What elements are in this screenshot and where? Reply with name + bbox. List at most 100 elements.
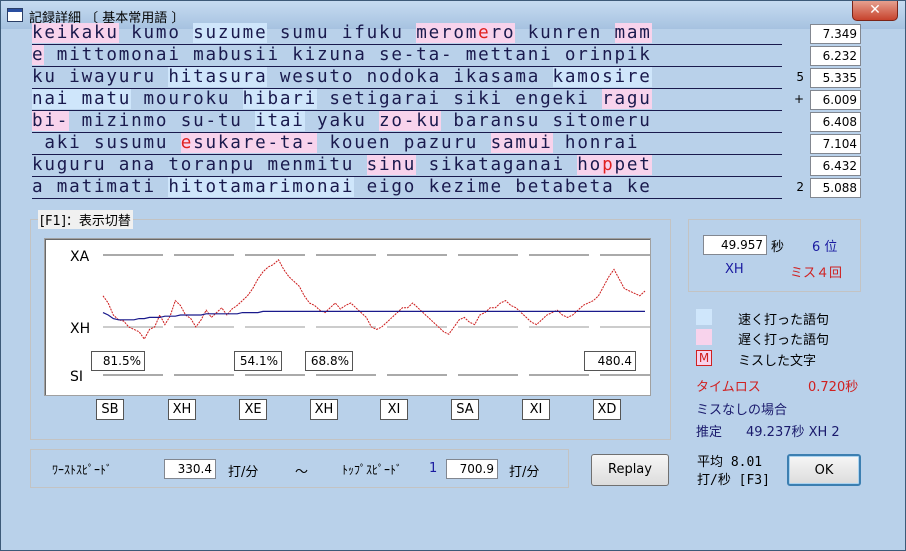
text-segment: wesuto nodoka ikasama (267, 67, 553, 87)
estimate-label: 推定 (696, 425, 723, 440)
row-time-field: 7.104 (810, 134, 861, 154)
text-segment: eigo kezime betabeta ke (354, 177, 652, 197)
time-unit: 秒 (771, 240, 785, 255)
slow-word: ho (577, 155, 603, 175)
segment-grade-box: XH (168, 399, 196, 420)
top-speed-unit: 打/分 (509, 465, 540, 480)
rate-box: 81.5% (91, 351, 145, 371)
row-time-field: 5.335 (810, 68, 861, 88)
typed-line: keikaku kumo suzume sumu ifuku meromero … (32, 23, 782, 45)
rate-box: 54.1% (234, 351, 282, 371)
row-mark: + (793, 92, 804, 106)
miss-count-label: ミス４回 (790, 266, 843, 281)
row-time-field: 6.408 (810, 112, 861, 132)
slow-word: zo-ku (379, 111, 441, 131)
segment-grade-box: XH (310, 399, 338, 420)
tilde-separator: ～ (295, 465, 309, 480)
speed-chart-svg: XA XH SI (70, 249, 660, 385)
window-icon (7, 8, 23, 22)
timeloss-value: 0.720秒 (808, 380, 859, 395)
slow-word: sinu (366, 155, 417, 175)
miss-char: e (180, 133, 194, 153)
slow-word: sukare-ta- (193, 133, 318, 153)
row-time-field: 7.349 (810, 24, 861, 44)
y-tick-label: XA (70, 249, 90, 265)
text-segment: aki susumu (32, 133, 181, 153)
average-line1[interactable]: 平均 8.01 (697, 451, 762, 470)
estimate-value: 49.237秒 XH 2 (746, 425, 840, 440)
fast-word: nai matu (32, 89, 132, 109)
display-toggle-label[interactable]: [F1]：表示切替 (38, 210, 133, 229)
slow-word: mam (614, 23, 652, 43)
text-segment: mizinmo su-tu (69, 111, 256, 131)
typed-line: kuguru ana toranpu menmitu sinu sikataga… (32, 155, 782, 177)
text-segment: yaku (304, 111, 380, 131)
fast-word: hitasura (168, 67, 268, 87)
slow-word: ro (490, 23, 516, 43)
miss-legend-label: ミスした文字 (738, 354, 817, 369)
text-segment: kouen pazuru (317, 133, 491, 153)
replay-button[interactable]: Replay (591, 454, 669, 486)
top-speed-field: 700.9 (446, 459, 498, 479)
fast-word: kamosire (552, 67, 652, 87)
text-segment: mittomonai mabusii kizuna se-ta- mettani… (44, 45, 652, 65)
worst-speed-field: 330.4 (164, 459, 216, 479)
miss-char: e (478, 23, 491, 43)
row-time-field: 6.232 (810, 46, 861, 66)
slow-word: pet (614, 155, 652, 175)
fast-legend-label: 速く打った語句 (738, 313, 830, 328)
text-segment: kuguru ana toranpu menmitu (32, 155, 367, 175)
miss-legend-swatch: M (696, 350, 712, 366)
timeloss-label: タイムロス (696, 380, 761, 395)
worst-speed-label: ﾜｰｽﾄｽﾋﾟｰﾄﾞ (52, 463, 113, 477)
segment-grade-box: XI (522, 399, 550, 420)
row-time-field: 6.009 (810, 90, 861, 110)
total-time-field: 49.957 (703, 235, 767, 255)
slow-word: e (32, 45, 45, 65)
typed-line: bi- mizinmo su-tu itai yaku zo-ku barans… (32, 111, 782, 133)
text-segment: ku iwayuru (32, 67, 169, 87)
worst-speed-unit: 打/分 (228, 465, 259, 480)
slow-word: bi- (32, 111, 70, 131)
y-tick-label: SI (70, 369, 83, 385)
typed-line: a matimati hitotamarimonai eigo kezime b… (32, 177, 782, 199)
text-segment: kumo (118, 23, 194, 43)
miss-char: p (602, 155, 615, 175)
text-segment: sikataganai (416, 155, 578, 175)
top-speed-rank: 1 (429, 461, 438, 476)
typed-line: ku iwayuru hitasura wesuto nodoka ikasam… (32, 67, 782, 89)
fast-word: suzume (193, 23, 268, 43)
fast-word: itai (255, 111, 305, 131)
row-time-field: 5.088 (810, 178, 861, 198)
slow-legend-swatch (696, 329, 712, 345)
result-group (688, 219, 861, 292)
text-segment: a matimati (32, 177, 169, 197)
text-segment: kunren (515, 23, 615, 43)
grade-label: XH (725, 262, 744, 277)
row-mark: 5 (796, 70, 804, 84)
slow-word: samui (490, 133, 553, 153)
text-segment: honrai (552, 133, 640, 153)
slow-legend-label: 遅く打った語句 (738, 333, 830, 348)
text-segment: setigarai siki engeki (317, 89, 603, 109)
segment-grade-box: XE (239, 399, 267, 420)
speed-chart: XA XH SI (44, 238, 660, 396)
row-time-field: 6.432 (810, 156, 861, 176)
segment-grade-box: XD (593, 399, 621, 420)
rate-box: 480.4 (584, 351, 636, 371)
rate-box: 68.8% (305, 351, 353, 371)
y-tick-label: XH (70, 321, 90, 337)
average-line2[interactable]: 打/秒 [F3] (697, 469, 770, 488)
segment-grade-box: SA (451, 399, 479, 420)
typed-line: nai matu mouroku hibari setigarai siki e… (32, 89, 782, 111)
typed-line: aki susumu esukare-ta- kouen pazuru samu… (32, 133, 782, 155)
ok-button[interactable]: OK (787, 454, 861, 486)
close-button[interactable]: ✕ (852, 1, 898, 21)
fast-word: hibari (242, 89, 318, 109)
top-speed-label: ﾄｯﾌﾟｽﾋﾟｰﾄﾞ (342, 463, 403, 477)
nomiss-label: ミスなしの場合 (696, 403, 788, 418)
segment-grade-box: SB (96, 399, 124, 420)
fast-legend-swatch (696, 309, 712, 325)
text-segment: sumu ifuku (267, 23, 417, 43)
segment-grade-box: XI (380, 399, 408, 420)
